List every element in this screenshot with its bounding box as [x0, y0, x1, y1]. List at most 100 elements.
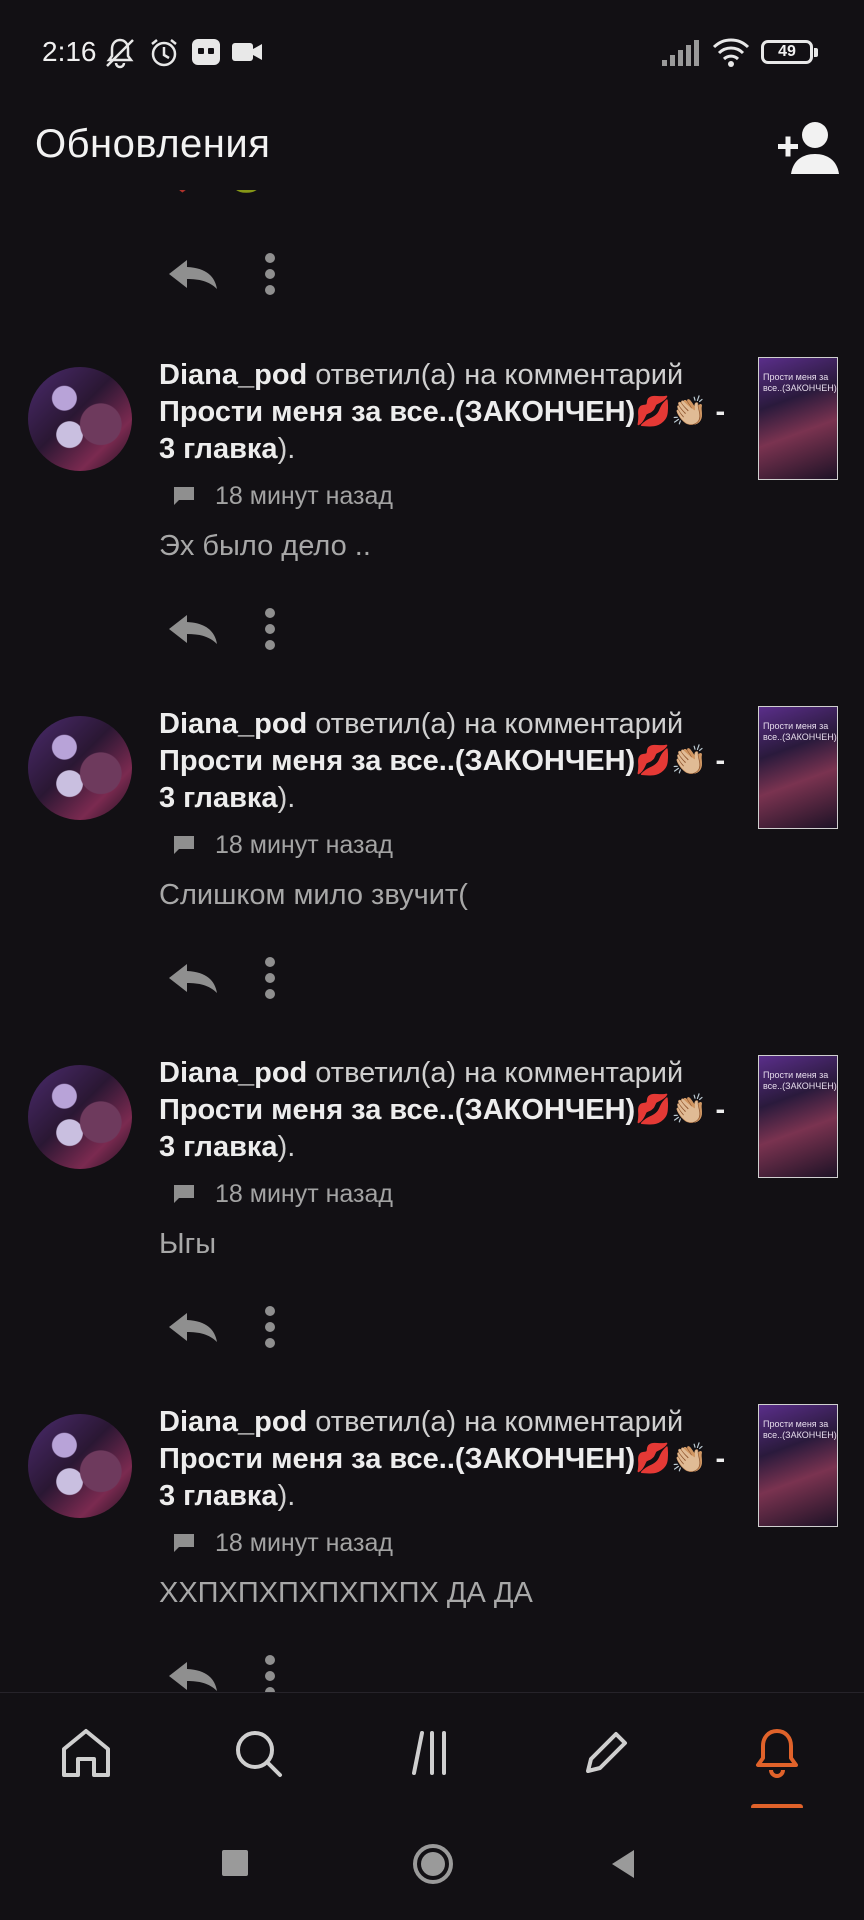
page-title: Обновления — [35, 122, 271, 166]
more-options-icon[interactable] — [264, 1654, 276, 1692]
notification-text: Diana_pod ответил(а) на комментарий Прос… — [159, 1404, 729, 1613]
story-thumbnail[interactable]: Прости меня за все..(ЗАКОНЧЕН) — [758, 1404, 838, 1527]
username-link[interactable]: Diana_pod — [159, 1057, 307, 1089]
previous-item-actions — [159, 250, 359, 300]
notification-headline: Diana_pod ответил(а) на комментарий Прос… — [159, 1055, 729, 1166]
alarm-icon — [151, 39, 177, 67]
avatar[interactable] — [28, 1414, 132, 1518]
app-screen: 2:16 49 Обновления Diana_pod ответил(а) … — [0, 0, 864, 1920]
thumbnail-title: Прости меня за все..(ЗАКОНЧЕН) — [763, 372, 837, 393]
reply-icon[interactable] — [167, 258, 219, 292]
comment-bubble-icon — [174, 487, 194, 505]
comment-bubble-icon — [174, 1534, 194, 1552]
more-options-icon[interactable] — [264, 607, 276, 651]
story-thumbnail[interactable]: Прости меня за все..(ЗАКОНЧЕН) — [758, 706, 838, 829]
username-link[interactable]: Diana_pod — [159, 708, 307, 740]
notification-meta: 18 минут назад — [173, 827, 729, 863]
status-time: 2:16 — [42, 36, 97, 67]
notification-actions — [159, 605, 359, 655]
headline-tail: ). — [277, 433, 296, 465]
notification-headline: Diana_pod ответил(а) на комментарий Прос… — [159, 357, 729, 468]
notification-actions — [159, 954, 359, 1004]
notification-headline: Diana_pod ответил(а) на комментарий Прос… — [159, 706, 729, 817]
timestamp: 18 минут назад — [215, 481, 393, 510]
wifi-icon — [712, 38, 750, 67]
reply-icon[interactable] — [167, 1660, 219, 1692]
story-emoji: 💋👏🏼 — [635, 1443, 708, 1475]
back-button[interactable] — [608, 1838, 638, 1895]
more-options-icon[interactable] — [264, 252, 276, 296]
timestamp: 18 минут назад — [215, 1179, 393, 1208]
more-options-icon[interactable] — [264, 956, 276, 1000]
system-navigation-bar — [0, 1808, 864, 1920]
add-friend-button[interactable] — [775, 118, 841, 180]
back-icon — [612, 1850, 634, 1878]
add-person-icon — [778, 122, 839, 174]
story-thumbnail[interactable]: Прости меня за все..(ЗАКОНЧЕН) — [758, 1055, 838, 1178]
battery-icon: 49 — [761, 40, 818, 64]
story-emoji: 💋👏🏼 — [635, 396, 708, 428]
nav-library[interactable] — [402, 1723, 462, 1783]
username-link[interactable]: Diana_pod — [159, 1406, 307, 1438]
header: Обновления — [0, 110, 864, 190]
notification-item[interactable]: Diana_pod ответил(а) на комментарий Прос… — [0, 357, 864, 706]
story-link[interactable]: Прости меня за все..(ЗАКОНЧЕН) — [159, 396, 635, 428]
avatar[interactable] — [28, 716, 132, 820]
recent-apps-button[interactable] — [220, 1838, 250, 1895]
nav-write[interactable] — [576, 1723, 636, 1783]
comment-bubble-icon — [174, 1185, 194, 1203]
headline-tail: ). — [277, 1480, 296, 1512]
comment-bubble-icon — [174, 836, 194, 854]
nav-notifications[interactable] — [747, 1723, 807, 1783]
action-text: ответил(а) на комментарий — [307, 1057, 684, 1089]
story-link[interactable]: Прости меня за все..(ЗАКОНЧЕН) — [159, 1443, 635, 1475]
notification-item[interactable]: Diana_pod ответил(а) на комментарий Прос… — [0, 1404, 864, 1692]
updates-feed[interactable]: ❤️😊🐸 Diana_pod ответил(а) на комментарий… — [0, 190, 864, 1692]
reply-icon[interactable] — [167, 613, 219, 647]
previous-item-emoji: ❤️😊🐸 — [165, 190, 264, 195]
comment-text: Ыгы — [159, 1228, 217, 1260]
story-emoji: 💋👏🏼 — [635, 745, 708, 777]
story-thumbnail[interactable]: Прости меня за все..(ЗАКОНЧЕН) — [758, 357, 838, 480]
mute-bell-icon — [106, 38, 134, 69]
video-camera-icon — [232, 43, 262, 61]
notifications-bell-icon — [756, 1729, 798, 1778]
nav-search[interactable] — [228, 1723, 288, 1783]
status-bar: 2:16 49 — [0, 0, 864, 105]
timestamp: 18 минут назад — [215, 830, 393, 859]
reply-icon[interactable] — [167, 1311, 219, 1345]
thumbnail-title: Прости меня за все..(ЗАКОНЧЕН) — [763, 1070, 837, 1091]
story-link[interactable]: Прости меня за все..(ЗАКОНЧЕН) — [159, 745, 635, 777]
avatar[interactable] — [28, 1065, 132, 1169]
system-home-button[interactable] — [412, 1838, 454, 1895]
notification-item[interactable]: Diana_pod ответил(а) на комментарий Прос… — [0, 1055, 864, 1404]
story-link[interactable]: Прости меня за все..(ЗАКОНЧЕН) — [159, 1094, 635, 1126]
bottom-navigation — [0, 1692, 864, 1810]
notification-text: Diana_pod ответил(а) на комментарий Прос… — [159, 706, 729, 915]
thumbnail-title: Прости меня за все..(ЗАКОНЧЕН) — [763, 721, 837, 742]
action-text: ответил(а) на комментарий — [307, 359, 684, 391]
timestamp: 18 минут назад — [215, 1528, 393, 1557]
more-options-icon[interactable] — [264, 1305, 276, 1349]
notification-text: Diana_pod ответил(а) на комментарий Прос… — [159, 1055, 729, 1264]
notification-text: Diana_pod ответил(а) на комментарий Прос… — [159, 357, 729, 566]
nav-home[interactable] — [56, 1723, 116, 1783]
notification-meta: 18 минут назад — [173, 1176, 729, 1212]
comment-text: Слишком мило звучит( — [159, 879, 468, 911]
home-circle-icon — [413, 1844, 453, 1884]
comment-text: ХХПХПХПХПХПХПХ ДА ДА — [159, 1577, 533, 1609]
reply-icon[interactable] — [167, 962, 219, 996]
notification-headline: Diana_pod ответил(а) на комментарий Прос… — [159, 1404, 729, 1515]
action-text: ответил(а) на комментарий — [307, 1406, 684, 1438]
story-emoji: 💋👏🏼 — [635, 1094, 708, 1126]
username-link[interactable]: Diana_pod — [159, 359, 307, 391]
previous-item-remnant: ❤️😊🐸 — [0, 190, 864, 310]
home-icon — [62, 1729, 110, 1777]
write-icon — [586, 1732, 627, 1773]
headline-tail: ). — [277, 782, 296, 814]
notification-item[interactable]: Diana_pod ответил(а) на комментарий Прос… — [0, 706, 864, 1055]
headline-tail: ). — [277, 1131, 296, 1163]
battery-level: 49 — [778, 43, 796, 60]
avatar[interactable] — [28, 367, 132, 471]
notification-meta: 18 минут назад — [173, 1525, 729, 1561]
